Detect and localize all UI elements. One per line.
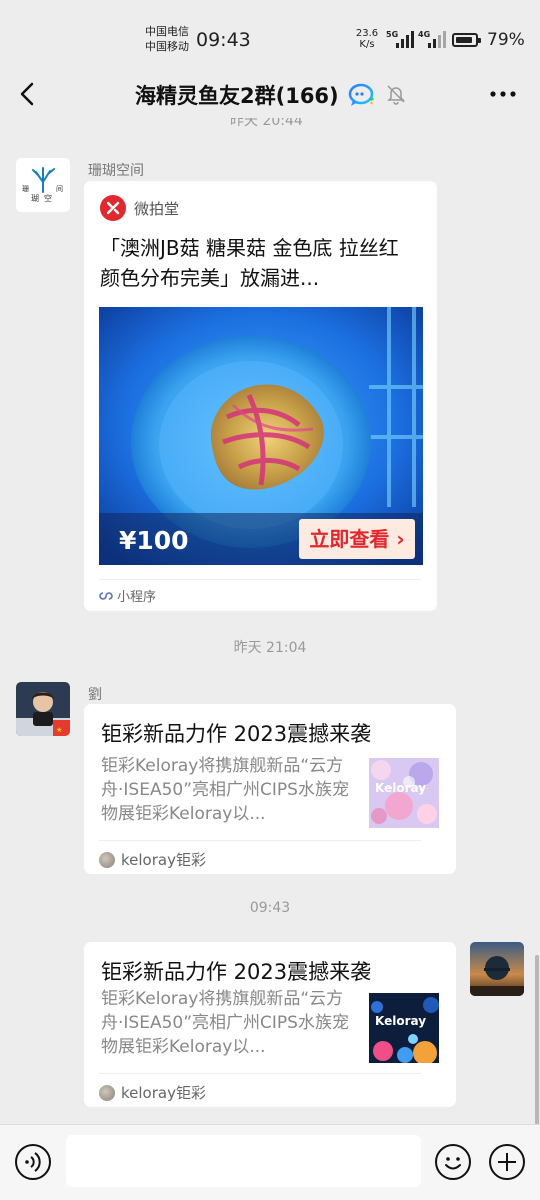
mini-program-card[interactable]: 微拍堂 「澳洲JB菇 糖果菇 金色底 拉丝红 颜色分布完美」放漏进... ¥10… (84, 181, 437, 611)
article-source-name: keloray钜彩 (121, 851, 206, 869)
article-thumbnail: Keloray (369, 758, 439, 828)
voice-icon (25, 1152, 41, 1172)
carrier-1: 中国电信 (145, 25, 189, 38)
more-dots-icon (490, 91, 516, 97)
plus-icon (498, 1153, 516, 1171)
mini-program-title: 「澳洲JB菇 糖果菇 金色底 拉丝红 颜色分布完美」放漏进... (100, 236, 399, 290)
emoji-icon (445, 1157, 461, 1170)
signal-4g-label: 4G (418, 30, 431, 39)
chevron-left-icon (20, 82, 34, 106)
article-source: keloray钜彩 (99, 1073, 421, 1103)
self-avatar[interactable] (470, 942, 524, 996)
status-bar: 中国电信 中国移动 09:43 23.6 K/s 5G 4G 79% (0, 0, 540, 70)
carrier-info: 中国电信 中国移动 (145, 24, 189, 54)
coral-product-image: ¥100 立即查看 › (99, 307, 423, 565)
view-now-button[interactable]: 立即查看 › (299, 519, 415, 559)
svg-text:珊: 珊 (22, 185, 29, 193)
article-card[interactable]: 钜彩新品力作 2023震撼来袭 钜彩Keloray将携旗舰新品“云方舟·ISEA… (84, 942, 456, 1107)
battery-icon (452, 33, 481, 47)
sender-name: 劉 (88, 687, 102, 703)
more-options-button[interactable] (486, 81, 520, 107)
svg-text:间: 间 (56, 185, 63, 193)
weipaitang-logo-icon (100, 195, 126, 221)
network-speed-unit: K/s (359, 39, 375, 50)
article-card[interactable]: 钜彩新品力作 2023震撼来袭 钜彩Keloray将携旗舰新品“云方舟·ISEA… (84, 704, 456, 874)
status-time: 09:43 (196, 29, 251, 51)
carrier-2: 中国移动 (145, 40, 189, 53)
mute-bell-icon (385, 83, 407, 105)
mini-program-icon (99, 591, 113, 600)
article-source-name: keloray钜彩 (121, 1084, 206, 1102)
source-avatar-icon (99, 1084, 115, 1101)
svg-text:瑚: 瑚 (31, 193, 39, 203)
partial-timestamp: 昨天 20:44 (0, 118, 540, 130)
chat-bubble-ai-icon[interactable] (348, 82, 376, 108)
product-price: ¥100 (119, 526, 189, 555)
source-avatar-icon (99, 851, 115, 868)
add-more-button[interactable] (489, 1144, 525, 1180)
avatar[interactable]: 珊 间 瑚 空 (16, 158, 70, 212)
coral-logo-icon: 珊 间 瑚 空 (22, 167, 63, 203)
article-description: 钜彩Keloray将携旗舰新品“云方舟·ISEA50”亮相广州CIPS水族宠物展… (101, 756, 349, 824)
sender-name: 珊瑚空间 (88, 163, 144, 179)
avatar[interactable]: ★ (16, 682, 70, 736)
article-thumbnail: Keloray (369, 993, 439, 1063)
timestamp: 昨天 21:04 (233, 640, 307, 656)
svg-text:★: ★ (56, 726, 62, 734)
article-source: keloray钜彩 (99, 840, 421, 870)
partial-timestamp-text: 昨天 20:44 (230, 118, 303, 129)
mini-program-footer: 小程序 (99, 579, 421, 605)
mini-program-app-name: 微拍堂 (134, 199, 180, 218)
back-button[interactable] (14, 78, 44, 110)
network-speed-value: 23.6 (355, 28, 379, 39)
sunset-photo-icon (470, 942, 524, 996)
signal-5g-icon: 5G (386, 30, 416, 48)
input-bar (0, 1124, 540, 1200)
keloray-logo-text: Keloray (375, 781, 426, 795)
user-photo-icon: ★ (16, 682, 70, 736)
signal-4g-icon: 4G (418, 30, 448, 48)
voice-button[interactable] (15, 1144, 51, 1180)
svg-text:空: 空 (44, 193, 52, 203)
article-description: 钜彩Keloray将携旗舰新品“云方舟·ISEA50”亮相广州CIPS水族宠物展… (101, 989, 349, 1057)
network-speed: 23.6 K/s (352, 28, 382, 50)
chat-header: 海精灵鱼友2群(166) (0, 70, 540, 118)
timestamp: 09:43 (249, 900, 291, 916)
chat-title[interactable]: 海精灵鱼友2群(166) (135, 80, 339, 110)
message-input[interactable] (66, 1135, 421, 1187)
battery-percent: 79% (487, 30, 525, 50)
mini-program-label: 小程序 (117, 590, 157, 605)
signal-5g-label: 5G (386, 30, 399, 39)
scrollbar[interactable] (535, 955, 539, 1125)
article-title: 钜彩新品力作 2023震撼来袭 (101, 960, 372, 984)
article-title: 钜彩新品力作 2023震撼来袭 (101, 722, 372, 746)
mini-program-header: 微拍堂 (100, 195, 179, 221)
keloray-logo-text: Keloray (375, 1014, 426, 1028)
emoji-button[interactable] (435, 1144, 471, 1180)
